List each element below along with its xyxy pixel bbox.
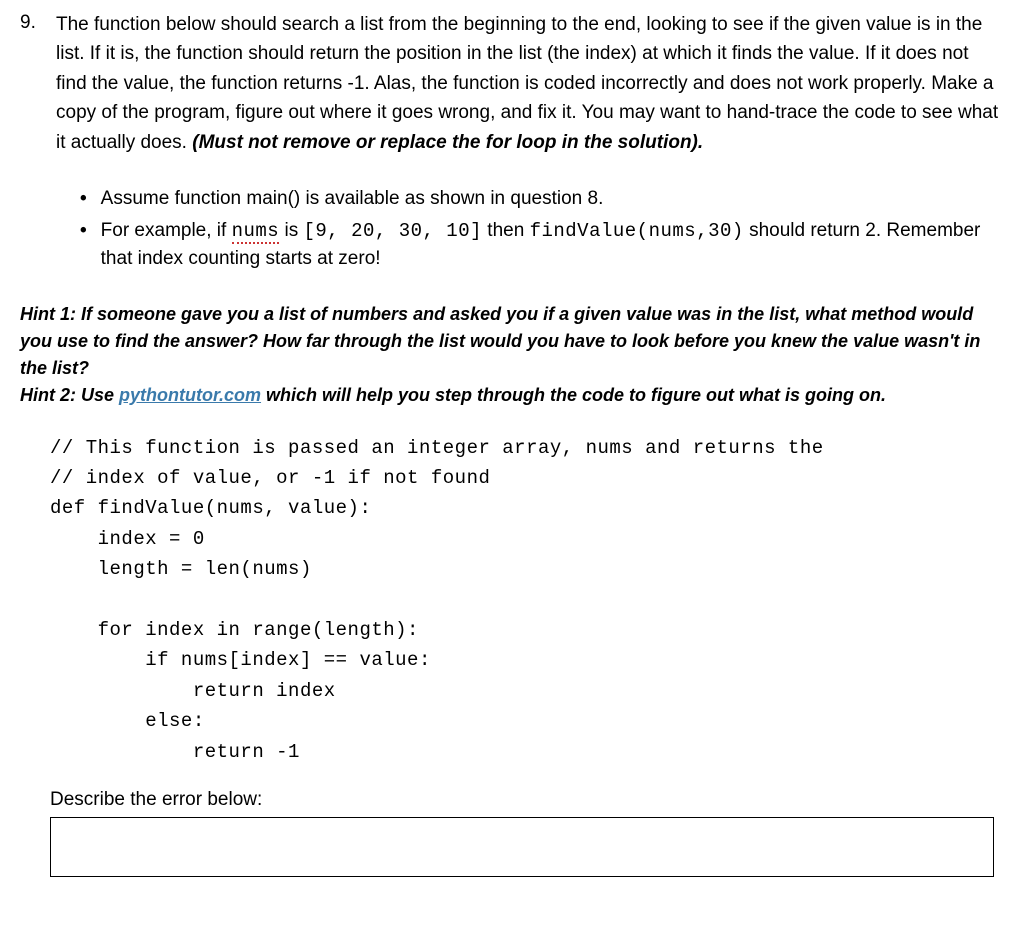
- hint-2: Hint 2: Use pythontutor.com which will h…: [20, 382, 1004, 409]
- bullet-dot-icon: •: [80, 185, 87, 214]
- bullet-item: • Assume function main() is available as…: [80, 185, 1004, 214]
- question-body: The function below should search a list …: [56, 10, 1004, 277]
- question-text-emphasis: (Must not remove or replace the for loop…: [192, 132, 703, 153]
- hints-section: Hint 1: If someone gave you a list of nu…: [20, 301, 1004, 409]
- describe-label: Describe the error below:: [20, 789, 1004, 811]
- answer-box[interactable]: [50, 817, 994, 877]
- code-line: for index in range(length):: [50, 619, 419, 641]
- bullet-text-1: Assume function main() is available as s…: [101, 185, 1004, 214]
- code-line: return index: [50, 680, 336, 702]
- hint-2-pre: Hint 2: Use: [20, 385, 119, 405]
- question-number: 9.: [20, 10, 40, 277]
- b2-pre: For example, if: [101, 220, 232, 241]
- hint-2-link[interactable]: pythontutor.com: [119, 385, 261, 405]
- question-text: The function below should search a list …: [56, 10, 1004, 157]
- bullet-item: • For example, if nums is [9, 20, 30, 10…: [80, 217, 1004, 274]
- hint-1: Hint 1: If someone gave you a list of nu…: [20, 301, 1004, 382]
- code-line: def findValue(nums, value):: [50, 497, 371, 519]
- code-line: if nums[index] == value:: [50, 649, 431, 671]
- b2-mid2: then: [482, 220, 530, 241]
- b2-list: [9, 20, 30, 10]: [303, 220, 482, 242]
- question-container: 9. The function below should search a li…: [20, 10, 1004, 277]
- code-line: // index of value, or -1 if not found: [50, 467, 490, 489]
- bullet-dot-icon: •: [80, 217, 87, 274]
- b2-call: findValue(nums,30): [530, 220, 744, 242]
- code-line: return -1: [50, 741, 300, 763]
- code-line: index = 0: [50, 528, 205, 550]
- bullet-list: • Assume function main() is available as…: [56, 185, 1004, 274]
- code-line: else:: [50, 710, 205, 732]
- bullet-text-2: For example, if nums is [9, 20, 30, 10] …: [101, 217, 1004, 274]
- b2-nums-word: nums: [232, 220, 280, 244]
- b2-mid1: is: [279, 220, 303, 241]
- code-block: // This function is passed an integer ar…: [20, 433, 1004, 767]
- code-line: // This function is passed an integer ar…: [50, 437, 824, 459]
- hint-2-post: which will help you step through the cod…: [261, 385, 886, 405]
- code-line: length = len(nums): [50, 558, 312, 580]
